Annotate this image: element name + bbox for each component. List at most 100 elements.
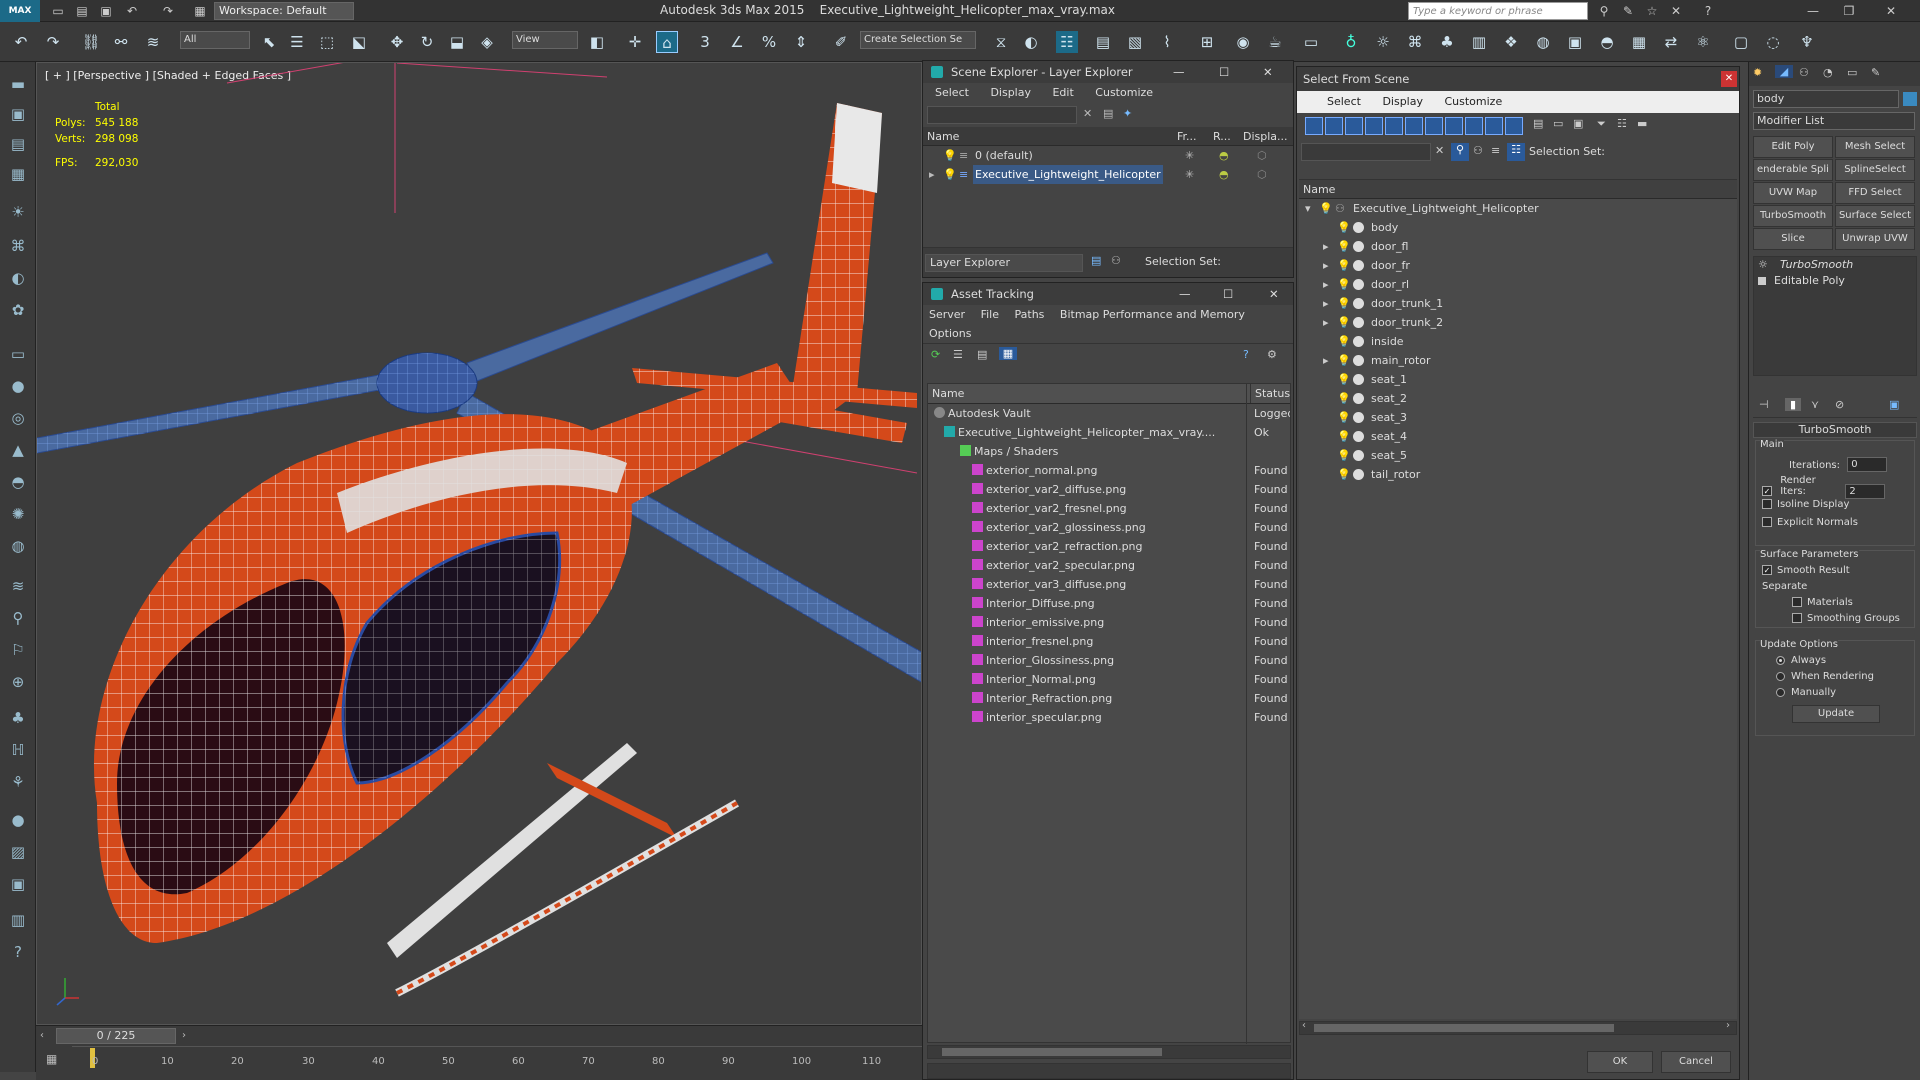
grid-icon[interactable]: ▦ (1628, 31, 1650, 53)
expand-icon[interactable]: ▸ (1323, 294, 1329, 313)
filter-funnel-icon[interactable]: ⏷ (1597, 117, 1606, 131)
maximize-icon[interactable]: ☐ (1219, 61, 1229, 83)
mini-curve-icon[interactable]: ▦ (46, 1052, 68, 1068)
spacewarp-filter-icon[interactable] (1405, 117, 1423, 135)
perspective-viewport[interactable]: [ + ] [Perspective ] [Shaded + Edged Fac… (36, 62, 922, 1025)
light-bulb-icon[interactable]: 💡 (943, 165, 957, 184)
display-icon[interactable]: ⬡ (1257, 165, 1267, 184)
freeze-icon[interactable]: ✳ (1185, 165, 1194, 184)
turbosmooth-rollout-header[interactable]: TurboSmooth (1753, 422, 1917, 438)
schematic-icon[interactable]: ⊞ (1196, 31, 1218, 53)
materials-checkbox[interactable] (1792, 597, 1802, 607)
transform-center-icon[interactable]: ✛ (624, 31, 646, 53)
clear-search-icon[interactable]: ✕ (1435, 144, 1444, 157)
cloth-icon[interactable]: ⚐ (6, 638, 30, 662)
materials-row[interactable]: Materials (1792, 597, 1853, 608)
select-object-icon[interactable]: ⬉ (258, 31, 280, 53)
camera-filter-icon[interactable] (1365, 117, 1383, 135)
object-color-swatch[interactable] (1903, 92, 1917, 106)
ball-icon[interactable]: ● (6, 808, 30, 832)
scene-item[interactable]: 💡 inside (1299, 332, 1737, 351)
asset-row[interactable]: exterior_var2_specular.png Found (928, 556, 1290, 575)
container-filter-icon[interactable] (1485, 117, 1503, 135)
scene-item[interactable]: ▸ 💡 door_trunk_1 (1299, 294, 1737, 313)
teapot-icon[interactable]: ◓ (1596, 31, 1618, 53)
create-tab-icon[interactable]: ✹ (1753, 66, 1762, 79)
orbit-icon[interactable]: ◌ (1762, 31, 1784, 53)
menu-select[interactable]: Select (935, 86, 969, 99)
select-none-icon[interactable]: ▭ (1553, 117, 1563, 130)
asset-row[interactable]: Maps / Shaders (928, 442, 1290, 461)
hierarchy-tab-icon[interactable]: ⚇ (1799, 66, 1809, 79)
layer-row[interactable]: 💡 ≡ 0 (default) ✳ ◓ ⬡ (923, 146, 1293, 165)
project-icon[interactable]: ▦ (192, 3, 208, 19)
book-icon[interactable]: ▥ (1468, 31, 1490, 53)
angle-snap-icon[interactable]: ∠ (726, 31, 748, 53)
col-display[interactable]: Displa... (1243, 127, 1288, 145)
tree-root[interactable]: ▾ 💡 ⚇ Executive_Lightweight_Helicopter (1299, 199, 1737, 218)
settings-icon[interactable]: ⚙ (1267, 348, 1277, 361)
window-crossing-icon[interactable]: ⬕ (348, 31, 370, 53)
spline-select-button[interactable]: SplineSelect (1835, 159, 1915, 181)
display-tab-icon[interactable]: ▭ (1847, 66, 1857, 79)
scene-item[interactable]: ▸ 💡 door_fl (1299, 237, 1737, 256)
col-name[interactable]: Name (932, 384, 964, 403)
light-icon[interactable]: ♁ (1340, 31, 1362, 53)
bind-spacewarp-icon[interactable]: ≋ (142, 31, 164, 53)
select-children-icon[interactable]: ⚇ (1473, 144, 1483, 157)
scrollbar-thumb[interactable] (1314, 1024, 1614, 1032)
hierarchy-icon[interactable]: ⚇ (1111, 254, 1121, 267)
helper-icon[interactable]: ◐ (6, 266, 30, 290)
make-unique-icon[interactable]: ⋎ (1811, 398, 1819, 411)
explorer-type-dropdown[interactable]: Layer Explorer (925, 254, 1083, 272)
render-frame-icon[interactable]: ▭ (1300, 31, 1322, 53)
help-icon[interactable]: ? (1700, 3, 1716, 19)
asset-row[interactable]: interior_emissive.png Found (928, 613, 1290, 632)
manually-row[interactable]: Manually (1776, 687, 1836, 698)
freeze-icon[interactable]: ✳ (1185, 146, 1194, 165)
scene-item[interactable]: ▸ 💡 door_trunk_2 (1299, 313, 1737, 332)
scene-item[interactable]: 💡 tail_rotor (1299, 465, 1737, 484)
surface-select-button[interactable]: Surface Select (1835, 205, 1915, 227)
when-rendering-radio[interactable] (1776, 671, 1785, 681)
render-iters-spinner[interactable]: 2 (1845, 483, 1886, 499)
reference-coordinate[interactable]: View (512, 31, 578, 49)
slice-button[interactable]: Slice (1753, 228, 1833, 250)
graphite-icon[interactable]: ▧ (1124, 31, 1146, 53)
grass-icon[interactable]: ♣ (6, 706, 30, 730)
camera-icon[interactable]: ⌘ (6, 234, 30, 258)
light-bulb-icon[interactable]: 💡 (1337, 218, 1351, 237)
lamp-icon[interactable]: ♆ (1796, 31, 1818, 53)
close-icon[interactable]: ✕ (1263, 61, 1273, 83)
light-bulb-icon[interactable]: 💡 (1337, 237, 1351, 256)
select-all-icon[interactable]: ▤ (1533, 117, 1543, 130)
explicit-normals-checkbox[interactable] (1762, 517, 1772, 527)
tools-icon[interactable]: ✎ (1620, 3, 1636, 19)
expand-icon[interactable]: ▸ (929, 165, 935, 184)
sun-icon[interactable]: ☼ (1372, 31, 1394, 53)
filter-icon[interactable]: ▤ (1103, 107, 1113, 120)
light-bulb-icon[interactable]: 💡 (1319, 199, 1333, 218)
named-selection-sets[interactable]: Create Selection Se (860, 31, 976, 49)
scale-icon[interactable]: ⬓ (446, 31, 468, 53)
expand-icon[interactable]: ▸ (1323, 313, 1329, 332)
menu-options[interactable]: Options (929, 327, 971, 340)
menu-server[interactable]: Server (929, 308, 965, 321)
hf-icon[interactable]: ℍ (6, 738, 30, 762)
box-icon[interactable]: ▣ (6, 102, 30, 126)
expand-icon[interactable]: ▸ (1323, 275, 1329, 294)
scene-item[interactable]: 💡 seat_1 (1299, 370, 1737, 389)
light-bulb-icon[interactable]: 💡 (1337, 389, 1351, 408)
stack-item[interactable]: ☼ TurboSmooth (1754, 257, 1916, 273)
redo-icon[interactable]: ↷ (42, 31, 64, 53)
group-filter-icon[interactable] (1425, 117, 1443, 135)
light-bulb-icon[interactable]: 💡 (1337, 275, 1351, 294)
percent-snap-icon[interactable]: % (758, 31, 780, 53)
particles-icon[interactable]: ✿ (6, 298, 30, 322)
menu-file[interactable]: File (981, 308, 999, 321)
binoculars-icon[interactable]: ⚲ (1596, 3, 1612, 19)
layer-row[interactable]: ▸ 💡 ≡ Executive_Lightweight_Helicopter ✳… (923, 165, 1293, 184)
clear-search-icon[interactable]: ✕ (1083, 107, 1092, 120)
layers-icon[interactable]: ≡ (1491, 144, 1500, 157)
light-bulb-icon[interactable]: 💡 (1337, 294, 1351, 313)
